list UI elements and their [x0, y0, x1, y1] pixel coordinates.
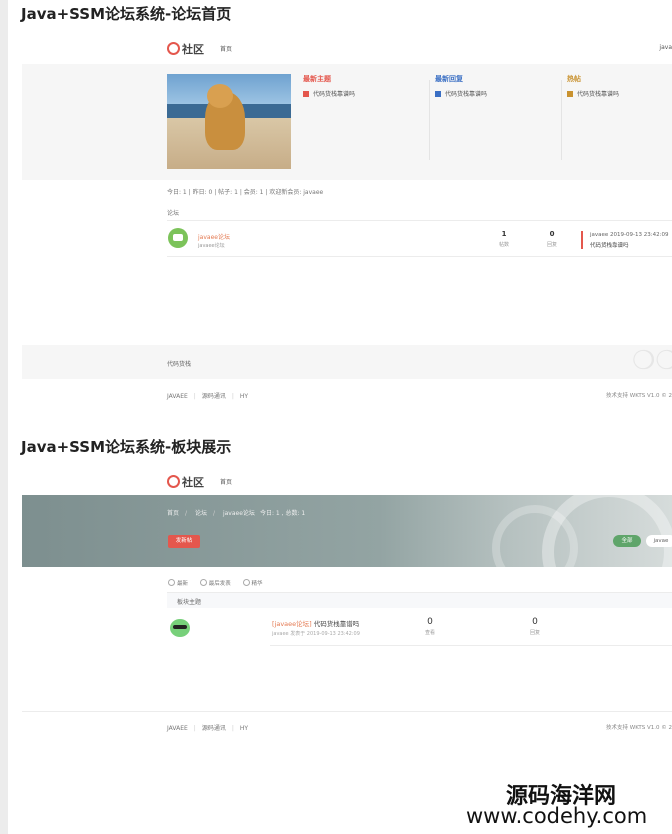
footer-separator: | [231, 393, 234, 400]
wechat-icon: ❍❍ [632, 346, 672, 376]
footer-separator: | [193, 725, 196, 732]
nav-home-link[interactable]: 首页 [220, 477, 232, 486]
forum-reply-label: 回复 [546, 242, 557, 248]
topic-board-tag[interactable]: [javaee论坛] [272, 620, 312, 628]
footer-link-hy[interactable]: HY [240, 725, 248, 732]
footer-separator: | [231, 725, 234, 732]
topic-title-link[interactable]: [javaee论坛] 代码货栈靠谱吗 [272, 618, 359, 628]
blue-square-icon [435, 91, 441, 97]
latest-replies-title: 最新回复 [435, 75, 463, 83]
logo-text: 社区 [182, 43, 204, 56]
last-post-user[interactable]: javaee 2019-09-13 23:42:09 [590, 232, 668, 238]
topic-title-text: 代码货栈靠谱吗 [313, 620, 360, 628]
forum-post-label: 帖数 [498, 242, 509, 248]
left-gutter [0, 0, 8, 834]
nav-user-link[interactable]: java [659, 44, 672, 51]
table-header-label: 板块主题 [177, 599, 202, 606]
forum-reply-count: 0 [549, 230, 555, 238]
latest-topic-link[interactable]: 代码货栈靠谱吗 [303, 89, 423, 98]
gold-square-icon [567, 91, 573, 97]
forum-chat-icon[interactable] [168, 228, 188, 248]
site-logo[interactable]: 社区 [167, 474, 204, 490]
new-post-button[interactable]: 发新帖 [168, 535, 200, 548]
nav-home-link[interactable]: 首页 [220, 44, 232, 53]
site-logo[interactable]: 社区 [167, 41, 204, 57]
breadcrumb-board[interactable]: javaee论坛 [223, 510, 255, 517]
latest-reply-link[interactable]: 代码货栈靠谱吗 [435, 89, 555, 98]
site-stats: 今日: 1 | 昨日: 0 | 帖子: 1 | 会员: 1 | 欢迎新会员: j… [167, 189, 324, 196]
friend-links-bar: 代码货栈 ❍❍ [22, 345, 672, 379]
filter-board-button[interactable]: javae [646, 535, 672, 547]
footer-link-javaee[interactable]: JAVAEE [167, 725, 188, 732]
footer-link-javaee[interactable]: JAVAEE [167, 393, 188, 400]
watermark: 源码海洋网 www.codehy.com [462, 776, 672, 834]
section2-heading: Java+SSM论坛系统-板块展示 [21, 438, 232, 456]
filter-all-button[interactable]: 全部 [613, 535, 641, 547]
latest-topics-column: 最新主题 代码货栈靠谱吗 [303, 74, 423, 164]
dog-head [207, 84, 233, 108]
section1-heading: Java+SSM论坛系统-论坛首页 [21, 5, 232, 23]
hot-posts-column: 热帖 代码货栈靠谱吗 [567, 74, 672, 164]
logo-icon [167, 42, 180, 55]
forum-name-link[interactable]: javaee论坛 [198, 232, 230, 241]
latest-replies-column: 最新回复 代码货栈靠谱吗 [435, 74, 555, 164]
logo-text: 社区 [182, 476, 204, 489]
chat-icon [199, 579, 207, 586]
watermark-url: www.codehy.com [466, 804, 648, 828]
top-nav: 社区 首页 java [22, 32, 672, 62]
red-square-icon [303, 91, 309, 97]
carousel-dots[interactable] [225, 160, 249, 169]
logo-icon [167, 475, 180, 488]
last-post-marker [581, 231, 583, 249]
topic-view-label: 查看 [424, 630, 435, 636]
breadcrumb-home[interactable]: 首页 [167, 510, 179, 517]
featured-panel: 最新主题 代码货栈靠谱吗 最新回复 代码货栈靠谱吗 热帖 代码货栈靠谱吗 [22, 64, 672, 180]
avatar[interactable] [170, 619, 190, 637]
footer-links: JAVAEE | 源码通讯 | HY [167, 723, 254, 732]
topic-meta: javaee 发表于 2019-09-13 23:42:09 [272, 631, 360, 637]
sort-featured[interactable]: 精华 [242, 579, 263, 587]
star-icon [242, 579, 250, 586]
footer-link-source[interactable]: 源码通讯 [202, 725, 226, 732]
clock-icon [168, 579, 175, 586]
topic-table-header: 板块主题 [167, 592, 672, 608]
topic-reply-count: 0 [532, 617, 538, 627]
sort-last-reply[interactable]: 最后发表 [199, 579, 231, 587]
footer-link-source[interactable]: 源码通讯 [202, 393, 226, 400]
last-post-topic[interactable]: 代码货栈靠谱吗 [590, 241, 629, 249]
forum-description: javaee论坛 [198, 243, 225, 249]
divider [167, 256, 672, 257]
sort-filters: 最新 最后发表 精华 [168, 579, 273, 587]
topic-reply-label: 回复 [529, 630, 540, 636]
footer-copyright: 技术支持 WKTS V1.0 © 2 [606, 725, 672, 731]
forum-post-count: 1 [501, 230, 507, 238]
divider [561, 80, 562, 160]
top-nav: 社区 首页 [22, 465, 672, 495]
divider [22, 711, 672, 712]
carousel-image[interactable] [167, 74, 291, 169]
board-screenshot: 社区 首页 首页 / 论坛 / javaee论坛 今日: 1 , 总数: 1 发新帖… [22, 465, 672, 745]
breadcrumb: 首页 / 论坛 / javaee论坛 [167, 510, 255, 517]
breadcrumb-forum[interactable]: 论坛 [195, 510, 207, 517]
hot-posts-title: 热帖 [567, 75, 581, 83]
divider [429, 80, 430, 160]
board-banner: 首页 / 论坛 / javaee论坛 今日: 1 , 总数: 1 发新帖 全部 ja… [22, 485, 672, 619]
sort-latest[interactable]: 最新 [168, 579, 188, 587]
divider [167, 220, 672, 221]
footer-separator: | [193, 393, 196, 400]
forum-section-label: 论坛 [167, 210, 180, 217]
footer-copyright: 技术支持 WKTS V1.0 © 2 [606, 393, 672, 399]
forum-home-screenshot: 社区 首页 java 最新主题 代码货栈靠谱吗 最新回复 代码货栈靠谱吗 热帖 … [22, 32, 672, 412]
hot-post-link[interactable]: 代码货栈靠谱吗 [567, 89, 672, 98]
divider [270, 645, 672, 646]
topic-view-count: 0 [427, 617, 433, 627]
board-stats: 今日: 1 , 总数: 1 [260, 510, 306, 517]
footer-links: JAVAEE | 源码通讯 | HY [167, 391, 254, 400]
friend-link[interactable]: 代码货栈 [167, 359, 191, 368]
footer-link-hy[interactable]: HY [240, 393, 248, 400]
latest-topics-title: 最新主题 [303, 75, 331, 83]
